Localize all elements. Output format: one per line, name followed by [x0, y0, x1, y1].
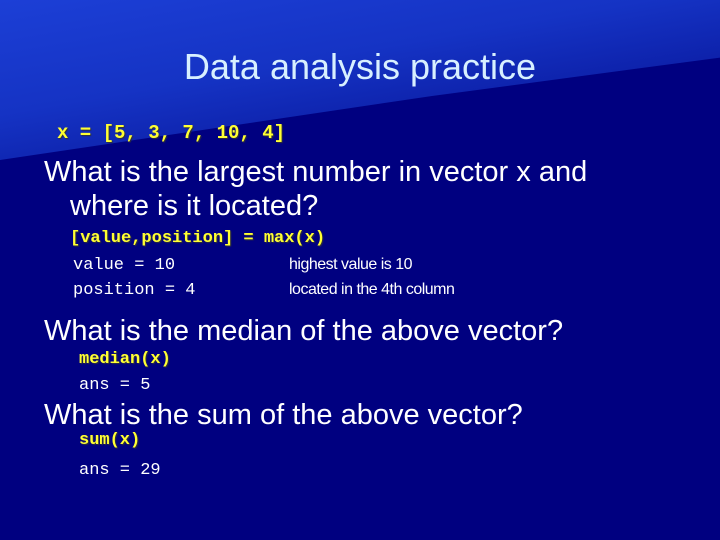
slide-title: Data analysis practice	[183, 46, 537, 87]
output-position: position = 4	[73, 281, 196, 300]
output-value: value = 10	[73, 256, 176, 275]
note-highest-value: highest value is 10	[289, 256, 413, 273]
output-median: ans = 5	[79, 376, 151, 395]
vector-definition: x = [5, 3, 7, 10, 4]	[57, 122, 286, 144]
note-location: located in the 4th column	[289, 281, 455, 298]
question-max-line1: What is the largest number in vector x a…	[44, 156, 588, 188]
question-max-line2: where is it located?	[70, 190, 319, 222]
output-sum: ans = 29	[79, 461, 161, 480]
code-median: median(x)	[79, 350, 171, 369]
question-sum: What is the sum of the above vector?	[44, 399, 523, 431]
code-max: [value,position] = max(x)	[70, 229, 326, 248]
question-median: What is the median of the above vector?	[44, 315, 564, 347]
code-sum: sum(x)	[79, 431, 141, 450]
